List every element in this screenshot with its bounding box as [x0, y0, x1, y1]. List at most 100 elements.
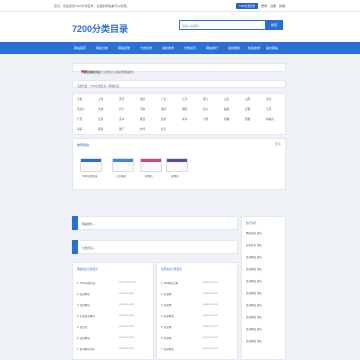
- sidebar-item[interactable]: 目录网站 排名: [246, 303, 262, 307]
- category-link[interactable]: 黑龙江: [77, 107, 85, 111]
- main-nav: 网站首页 网站分类 网站目录 分类目录 最新收录 文章资讯 网站排行 最新更新 …: [0, 42, 360, 54]
- breadcrumb-text: 当前位置：7200分类目录 » 网站目录: [77, 85, 120, 88]
- site-list: 优质站点分类目录 1. 360网址之家 www.xxx.com 2. 某某网 www…: [156, 262, 238, 360]
- sidebar-item[interactable]: 网站目录 排名: [246, 231, 262, 235]
- nav-item[interactable]: 网站首页: [74, 46, 86, 50]
- category-link[interactable]: 辽宁: [119, 107, 124, 111]
- list-item[interactable]: 4. 分类目录网站 www.xxx.com: [77, 314, 134, 318]
- welcome-text: 您好，欢迎来到7200分类目录，这里的网站都可以收录。: [54, 4, 130, 8]
- nav-item[interactable]: 网站分类: [96, 46, 108, 50]
- category-link[interactable]: 台湾: [140, 127, 145, 131]
- category-link[interactable]: 河南: [140, 107, 145, 111]
- category-link[interactable]: 澳门: [119, 127, 124, 131]
- category-link[interactable]: 宁夏: [203, 117, 208, 121]
- category-link[interactable]: 分类: [77, 97, 82, 101]
- thumbnail-caption[interactable]: 好网站: [145, 174, 153, 178]
- section-header: 分类目录 »: [72, 240, 238, 254]
- submit-link[interactable]: 投稿: [279, 4, 285, 8]
- nav-item[interactable]: 提交网站: [266, 46, 278, 50]
- category-link[interactable]: 海南: [77, 127, 82, 131]
- list-item[interactable]: 2. 某某网站 www.xxx.com: [77, 292, 134, 296]
- nav-item[interactable]: 最新收录: [162, 46, 174, 50]
- site-thumbnail[interactable]: [140, 158, 162, 172]
- sidebar-item[interactable]: 目录网站 排名: [246, 279, 262, 283]
- search-box: 请输入关键词 搜索: [179, 20, 283, 30]
- site-thumbnail[interactable]: [80, 158, 102, 172]
- section-header: 网站推荐 »: [72, 216, 238, 230]
- category-link[interactable]: 陕西: [140, 117, 145, 121]
- category-link[interactable]: 江苏: [182, 97, 187, 101]
- list-item[interactable]: 6. 某某网 www.xxx.com: [161, 336, 218, 340]
- nav-item[interactable]: 网站目录: [118, 46, 130, 50]
- category-link[interactable]: 青海: [182, 117, 187, 121]
- section-label[interactable]: 分类目录 »: [82, 246, 95, 250]
- list-item[interactable]: 5. 某某店 www.xxx.com: [77, 325, 134, 329]
- site-thumbnail[interactable]: [166, 158, 188, 172]
- nav-item[interactable]: 分类目录: [140, 46, 152, 50]
- category-link[interactable]: 内蒙古: [266, 117, 274, 121]
- login-link[interactable]: 登录: [261, 4, 267, 8]
- thumbnail-caption[interactable]: 7200分类目录: [82, 174, 98, 178]
- list-item[interactable]: 2. 某某网 www.xxx.com: [161, 292, 218, 296]
- list-item[interactable]: 6. 某某网站 www.xxx.com: [77, 336, 134, 340]
- sidebar-item[interactable]: 目录网站 排名: [246, 291, 262, 295]
- recommend-more-link[interactable]: 更多: [275, 142, 281, 146]
- section-tag: [72, 216, 78, 230]
- category-link[interactable]: 上海: [98, 97, 103, 101]
- breadcrumb: 当前位置：7200分类目录 » 网站目录: [72, 80, 286, 88]
- category-link[interactable]: 山西: [245, 97, 250, 101]
- sidebar-item[interactable]: 目录网站 排名: [246, 327, 262, 331]
- category-link[interactable]: 湖南: [182, 107, 187, 111]
- nav-item[interactable]: 网站排行: [206, 46, 218, 50]
- category-link[interactable]: 山东: [224, 97, 229, 101]
- category-link[interactable]: 新疆: [224, 117, 229, 121]
- list-item[interactable]: 1. 360网址之家 www.xxx.com: [161, 281, 218, 285]
- recommend-title: 推荐网站: [77, 143, 90, 147]
- sidebar-item[interactable]: 目录网站 排名: [246, 267, 262, 271]
- list-item[interactable]: 1. 7200分类目录 www.7200.com: [77, 281, 136, 285]
- list-item[interactable]: 7. 目录网站导航 www.xxx.com: [77, 347, 134, 351]
- list-item[interactable]: 5. 某某网 www.xxx.com: [161, 325, 218, 329]
- register-link[interactable]: 注册: [270, 4, 276, 8]
- category-link[interactable]: 西藏: [245, 117, 250, 121]
- category-link[interactable]: 北京: [161, 127, 166, 131]
- site-logo[interactable]: 7200分类目录: [72, 22, 128, 35]
- sidebar-item[interactable]: 分类目录 排名: [246, 243, 262, 247]
- list-item[interactable]: 7. 某某网站 www.xxx.com: [161, 347, 218, 351]
- list-item[interactable]: 4. 某某网站 www.xxx.com: [161, 314, 218, 318]
- category-link[interactable]: 河北: [266, 97, 271, 101]
- category-link[interactable]: 吉林: [98, 107, 103, 111]
- category-link[interactable]: 甘肃: [161, 117, 166, 121]
- top-bar: 您好，欢迎来到7200分类目录，这里的网站都可以收录。 7200分类目录 登录 …: [0, 0, 360, 12]
- category-link[interactable]: 广西: [77, 117, 82, 121]
- category-link[interactable]: 安徽: [245, 107, 250, 111]
- category-link[interactable]: 广东: [161, 97, 166, 101]
- sidebar-item[interactable]: 目录网站 排名: [246, 255, 262, 259]
- category-link[interactable]: 浙江: [203, 97, 208, 101]
- category-link[interactable]: 云南: [98, 117, 103, 121]
- site-badge[interactable]: 7200分类目录: [236, 3, 259, 9]
- nav-item[interactable]: 最新更新: [228, 46, 240, 50]
- section-label[interactable]: 网站推荐 »: [82, 222, 95, 226]
- list-item[interactable]: 3. 某某网 www.xxx.com: [161, 303, 218, 307]
- search-button[interactable]: 搜索: [265, 20, 283, 30]
- category-link[interactable]: 江西: [266, 107, 271, 111]
- site-thumbnail[interactable]: [112, 158, 134, 172]
- category-link[interactable]: 湖北: [161, 107, 166, 111]
- category-link[interactable]: 天津: [119, 97, 124, 101]
- thumbnail-caption[interactable]: 山东网站: [116, 174, 126, 178]
- thumbnail-caption[interactable]: 某网站: [171, 174, 179, 178]
- sidebar-item[interactable]: 目录网站 排名: [246, 315, 262, 319]
- category-link[interactable]: 香港: [98, 127, 103, 131]
- category-link[interactable]: 重庆: [140, 97, 145, 101]
- category-link[interactable]: 贵州: [119, 117, 124, 121]
- sidebar-item[interactable]: 目录网站 排名: [246, 339, 262, 343]
- list-item[interactable]: 3. 某某网址 www.xxx.com: [77, 303, 134, 307]
- list-title: 网络站长分类目录: [77, 268, 98, 271]
- nav-item[interactable]: 快速收录: [248, 46, 260, 50]
- category-link[interactable]: 四川: [203, 107, 208, 111]
- sidebar-title: 热门排行: [246, 222, 257, 225]
- category-link[interactable]: 福建: [224, 107, 229, 111]
- nav-item[interactable]: 文章资讯: [184, 46, 196, 50]
- search-input[interactable]: 请输入关键词: [182, 24, 199, 28]
